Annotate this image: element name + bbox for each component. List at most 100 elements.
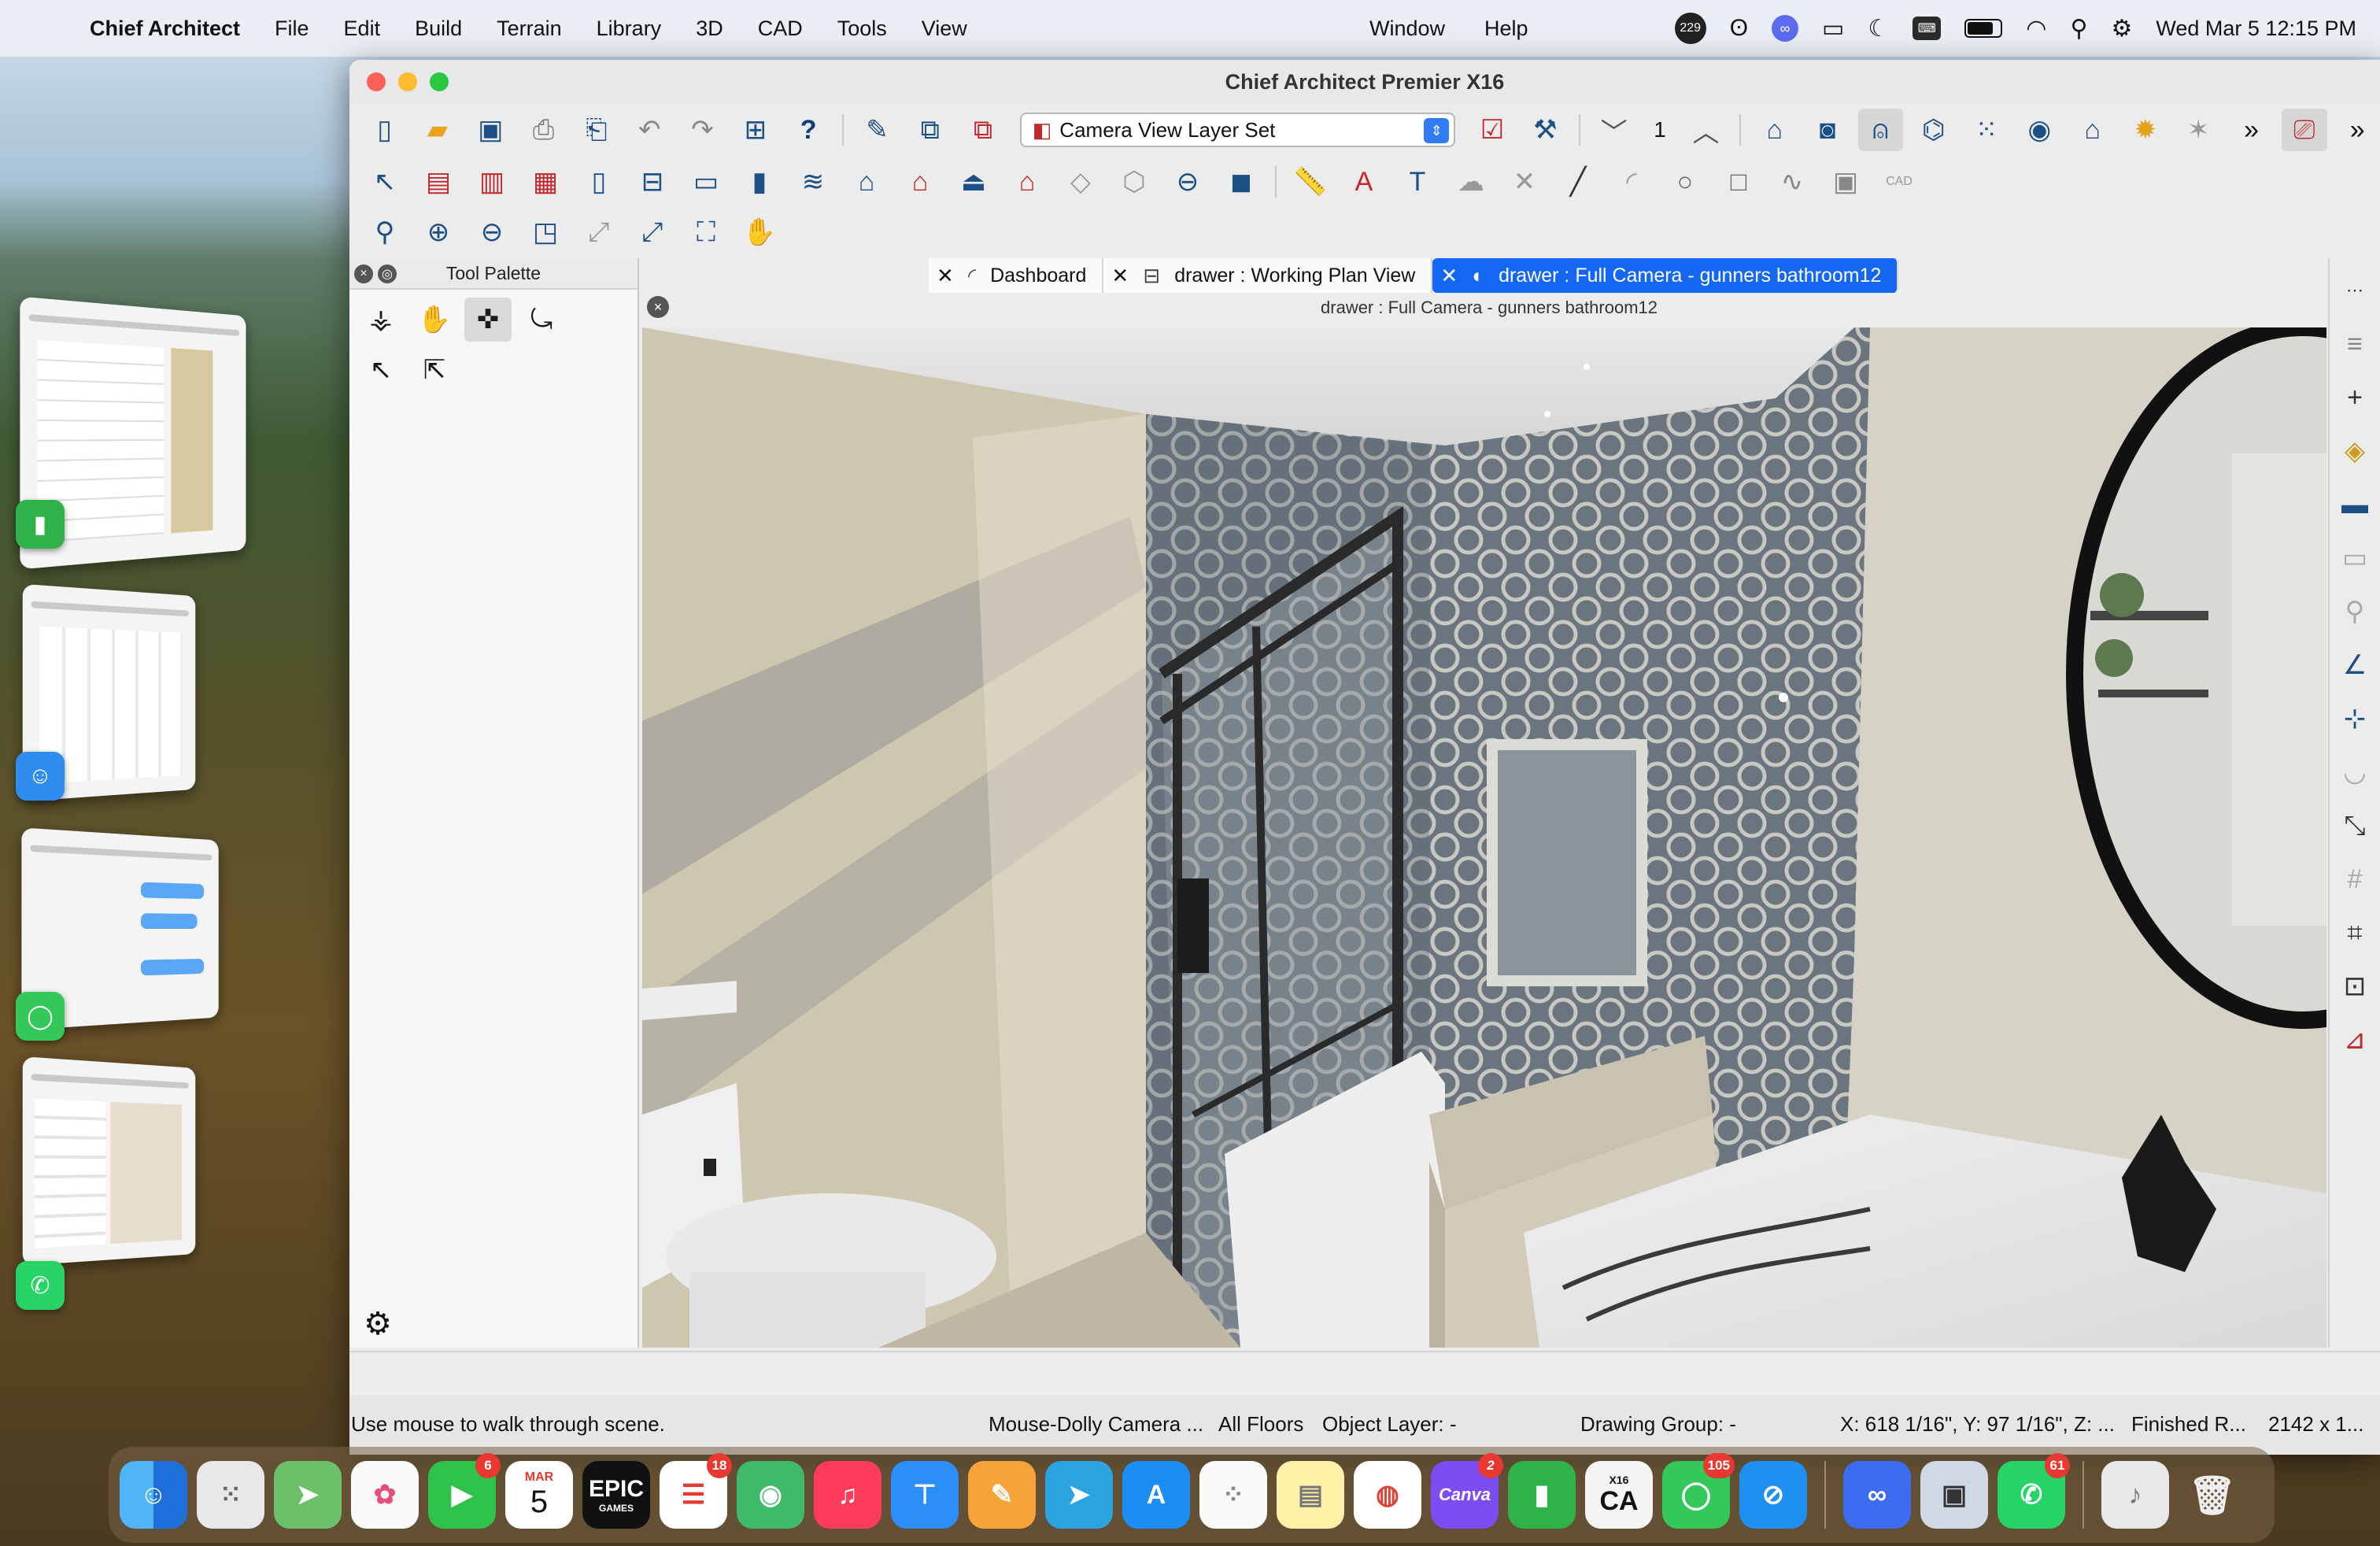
layers-icon[interactable]: ≡ [2333, 320, 2377, 368]
snap-grid-icon[interactable]: ⊹ [2333, 694, 2377, 743]
menu-app-name[interactable]: Chief Architect [90, 17, 240, 41]
trash-icon[interactable]: 🗑 [2179, 1461, 2246, 1529]
arc-tool-icon[interactable]: ◜ [1609, 161, 1654, 203]
zoom-in-icon[interactable]: ⊕ [416, 211, 461, 253]
menu-terrain[interactable]: Terrain [497, 17, 562, 41]
notes-icon[interactable]: ▤ [1277, 1461, 1344, 1529]
menu-build[interactable]: Build [415, 17, 462, 41]
stage-thumb-whatsapp[interactable] [22, 1056, 196, 1266]
picture-icon[interactable]: ▣ [1823, 161, 1868, 203]
battery-icon[interactable] [1964, 19, 2003, 38]
more-tools-icon[interactable]: » [2229, 109, 2274, 151]
menu-library[interactable]: Library [597, 17, 662, 41]
align-icon[interactable]: ⤡ [2333, 801, 2377, 850]
circle-tool-icon[interactable]: ○ [1662, 161, 1708, 203]
menubar-clock[interactable]: Wed Mar 5 12:15 PM [2156, 17, 2356, 41]
layer-set-icon[interactable]: ⧉ [960, 109, 1005, 151]
preview-icon[interactable]: ▣ [1920, 1461, 1988, 1529]
menu-cad[interactable]: CAD [758, 17, 803, 41]
close-view-icon[interactable]: × [647, 296, 669, 318]
safari-compass-icon[interactable]: ◉ [737, 1461, 804, 1529]
edit-object-icon[interactable]: ✎ [855, 109, 900, 151]
checklist-icon[interactable]: ☑ [1469, 109, 1514, 151]
close-window-button[interactable] [367, 72, 386, 91]
print-render-icon[interactable]: ⎚ [2282, 109, 2327, 151]
menu-view[interactable]: View [922, 17, 967, 41]
fingerprint-icon[interactable]: ʘ [1730, 15, 1748, 42]
overflow-icon[interactable]: » [2335, 109, 2380, 151]
notification-count-icon[interactable]: 229 [1674, 13, 1706, 44]
menu-3d[interactable]: 3D [696, 17, 723, 41]
text-tool-icon[interactable]: T [1395, 161, 1440, 203]
layer-set-dropdown[interactable]: ◧ Camera View Layer Set ⇕ [1019, 113, 1456, 147]
open-folder-icon[interactable]: ▰ [415, 109, 460, 151]
fill-window-icon[interactable]: ⤢ [576, 211, 622, 253]
music-folder-icon[interactable]: ♪ [2101, 1461, 2169, 1529]
building-icon[interactable]: ⌂ [844, 161, 889, 203]
mouse-dolly-icon[interactable]: ⍝ [1857, 109, 1903, 151]
close-tab-icon[interactable]: ✕ [1440, 264, 1459, 288]
palette-settings-gear-icon[interactable]: ⚙ [356, 1300, 400, 1348]
new-plan-icon[interactable]: ▯ [362, 109, 407, 151]
bp-icon[interactable]: ⊞ [733, 109, 778, 151]
whatsapp-icon[interactable]: ✆ 61 [1998, 1453, 2070, 1529]
frame-icon[interactable]: ▭ [2333, 534, 2377, 583]
tilt-camera-icon[interactable]: ↖ [357, 348, 405, 392]
palette-options-icon[interactable]: ◎ [378, 264, 397, 283]
tab-full-camera[interactable]: ✕ ◐ drawer : Full Camera - gunners bathr… [1432, 258, 1899, 293]
chrome-icon[interactable]: ◍ [1354, 1461, 1421, 1529]
stage-finder-icon[interactable]: ☺ [16, 752, 65, 801]
epic-games-icon[interactable]: EPIC GAMES [582, 1461, 650, 1529]
terrain-view-icon[interactable]: ⌬ [1911, 109, 1956, 151]
chief-architect-icon[interactable]: X16 CA [1585, 1461, 1653, 1529]
help-icon[interactable]: ? [786, 109, 831, 151]
floor-down-icon[interactable]: ﹀ [1591, 109, 1636, 151]
horizontal-scroll-area[interactable] [349, 1351, 2380, 1395]
link-icon[interactable]: ∞ [1772, 15, 1799, 42]
house-outline-icon[interactable]: ⌂ [2070, 109, 2115, 151]
link-app-icon[interactable]: ∞ [1843, 1461, 1911, 1529]
photos-icon[interactable]: ✿ [351, 1461, 419, 1529]
cad-x-icon[interactable]: ✕ [1502, 161, 1547, 203]
walk-camera-icon[interactable]: ⚶ [357, 298, 405, 342]
stairs-icon[interactable]: ≋ [790, 161, 836, 203]
safari-icon[interactable]: ⊘ [1739, 1461, 1807, 1529]
freeform-icon[interactable]: ⁘ [1199, 1461, 1267, 1529]
menu-tools[interactable]: Tools [837, 17, 887, 41]
launchpad-icon[interactable]: ⁙ [197, 1461, 264, 1529]
shelf-icon[interactable]: ⊖ [1165, 161, 1210, 203]
camera-icon[interactable]: ◙ [1805, 109, 1850, 151]
undo-icon[interactable]: ↶ [627, 109, 672, 151]
slab-icon[interactable]: ◇ [1058, 161, 1103, 203]
close-tab-icon[interactable]: ✕ [937, 264, 955, 288]
tall-cabinet-icon[interactable]: ▮ [737, 161, 782, 203]
line-tool-icon[interactable]: ╱ [1555, 161, 1601, 203]
search-icon[interactable]: ⚲ [2070, 15, 2087, 43]
home-view-icon[interactable]: ⌂ [1752, 109, 1797, 151]
revision-cloud-icon[interactable]: ☁ [1448, 161, 1494, 203]
hand-pan-icon[interactable]: ✋ [411, 298, 458, 342]
text-arrow-icon[interactable]: A [1341, 161, 1387, 203]
material-icon[interactable]: ◈ [2333, 427, 2377, 475]
tab-dashboard[interactable]: ✕ ◜ Dashboard [929, 258, 1104, 293]
wrench-icon[interactable]: ⚒ [1523, 109, 1568, 151]
keyboard-icon[interactable]: ⌨ [1913, 17, 1942, 40]
menu-help[interactable]: Help [1484, 17, 1528, 41]
cad-block-icon[interactable]: CAD [1876, 161, 1922, 203]
angle-snap-icon[interactable]: ⊿ [2333, 1015, 2377, 1064]
send-layout-icon[interactable]: ⎗ [574, 109, 619, 151]
more-right-tools-icon[interactable]: ⋯ [2333, 266, 2377, 315]
zoom-out-icon[interactable]: ⊖ [469, 211, 515, 253]
roof-icon[interactable]: ⌂ [897, 161, 943, 203]
menu-edit[interactable]: Edit [344, 17, 381, 41]
redo-icon[interactable]: ↷ [680, 109, 725, 151]
telegram-icon[interactable]: ➤ [1045, 1461, 1113, 1529]
light-bulb-icon[interactable]: ✹ [2123, 109, 2168, 151]
fit-all-icon[interactable]: ⛶ [683, 211, 729, 253]
orbit-camera-icon[interactable]: ⤿ [518, 298, 565, 342]
dimension-ruler-icon[interactable]: 📏 [1288, 161, 1333, 203]
wall-tools-icon[interactable]: ▤ [416, 161, 461, 203]
reminders-icon[interactable]: ☰ 18 [660, 1453, 732, 1529]
floor-up-icon[interactable]: ︿ [1683, 109, 1728, 151]
save-icon[interactable]: ▣ [468, 109, 513, 151]
